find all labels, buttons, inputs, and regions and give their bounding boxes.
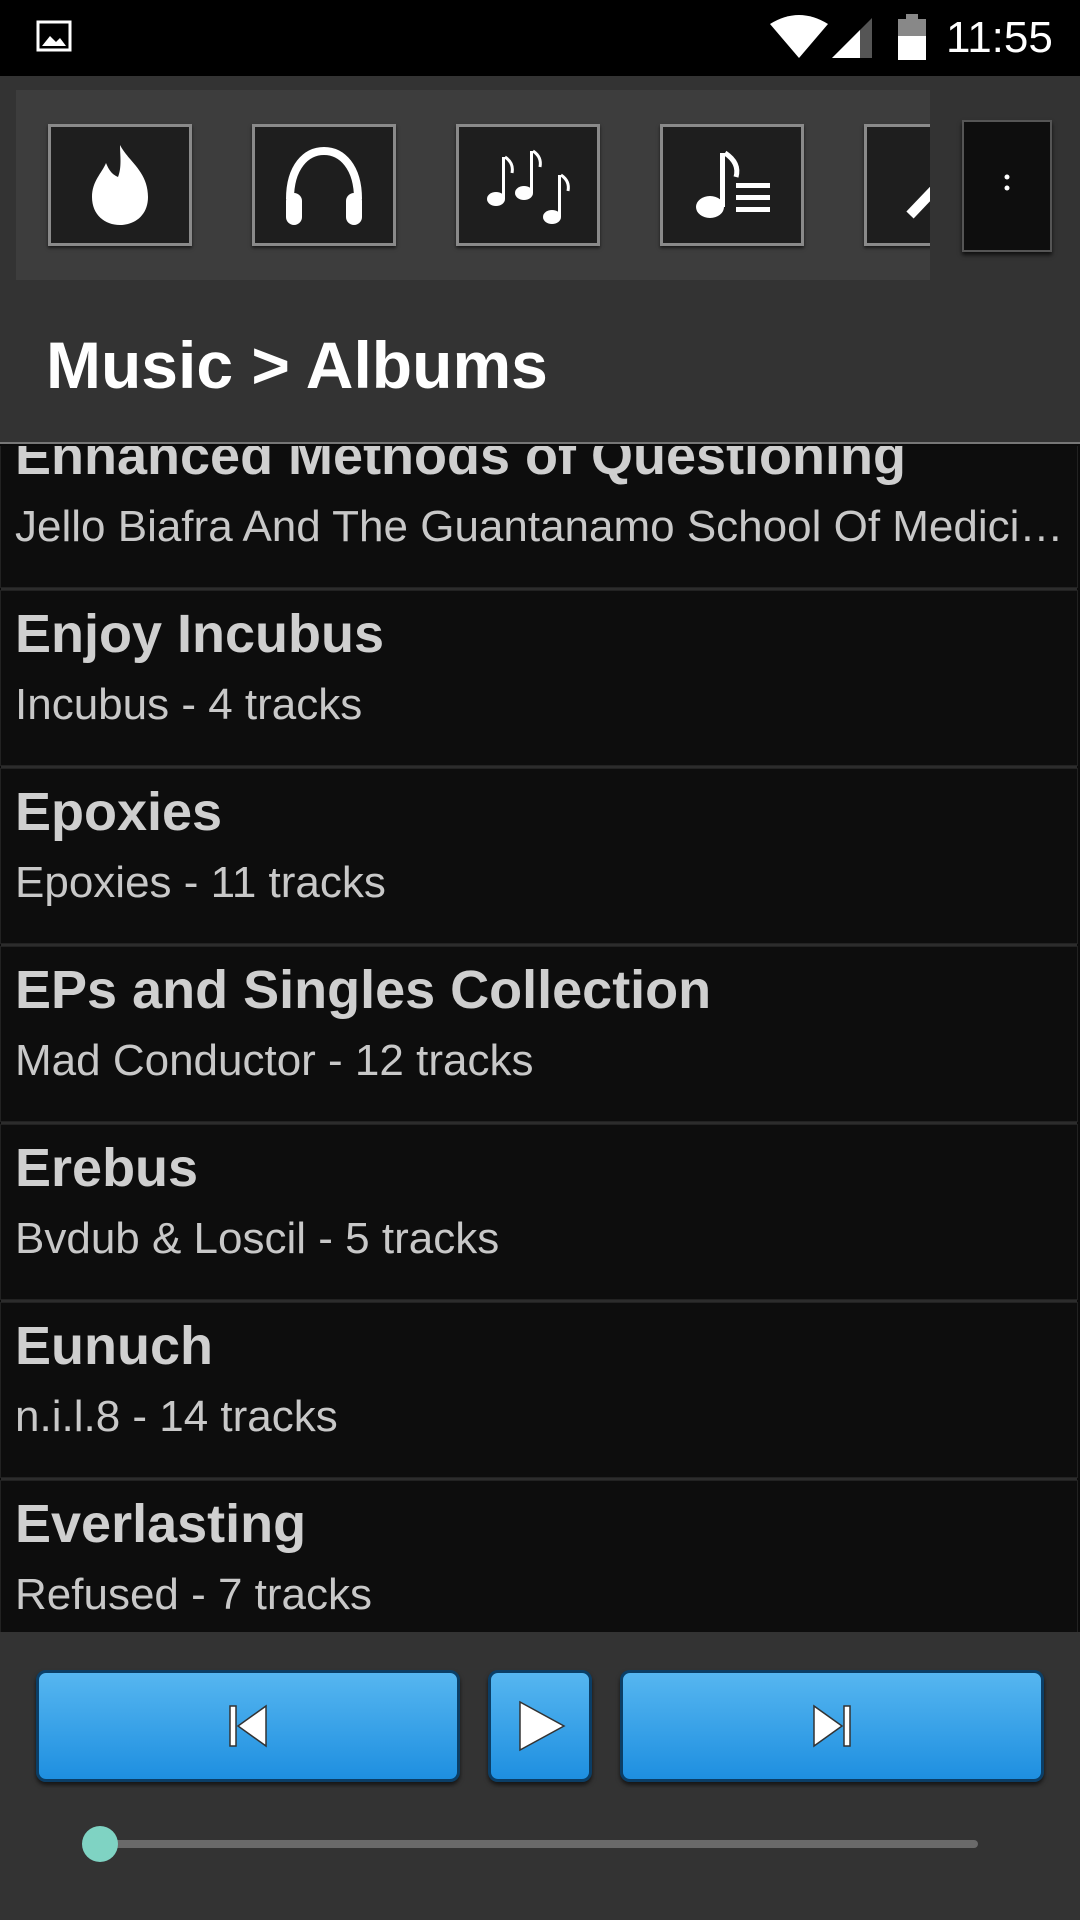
album-subtitle: n.i.l.8 - 14 tracks [15,1392,338,1441]
album-title: Epoxies [15,782,223,842]
overflow-menu-button[interactable] [962,120,1052,252]
seek-bar[interactable] [100,1840,978,1848]
previous-button[interactable] [36,1670,460,1782]
microphone-button[interactable] [864,124,930,246]
album-subtitle: Refused - 7 tracks [15,1570,373,1619]
next-button[interactable] [620,1670,1044,1782]
overflow-menu-icon [1004,174,1010,191]
gallery-notification-icon [36,20,72,52]
album-title: EPs and Singles Collection [15,960,712,1020]
next-icon [813,1704,851,1748]
album-subtitle: Mad Conductor - 12 tracks [15,1036,534,1085]
flame-button[interactable] [48,124,192,246]
seek-thumb[interactable] [82,1826,118,1862]
playlist-button[interactable] [660,124,804,246]
list-item[interactable]: Eunuch n.i.l.8 - 14 tracks [0,1302,1078,1480]
flame-icon [92,145,148,225]
list-item[interactable]: Enhanced Methods of Questioning Jello Bi… [0,446,1078,590]
battery-icon [898,14,926,60]
album-subtitle: Bvdub & Loscil - 5 tracks [15,1214,500,1263]
headphones-button[interactable] [252,124,396,246]
list-item[interactable]: Epoxies Epoxies - 11 tracks [0,768,1078,946]
status-bar: 11:55 [0,0,1080,76]
playlist-icon [696,150,770,218]
album-title: Everlasting [15,1494,307,1554]
list-item[interactable]: Everlasting Refused - 7 tracks [0,1480,1078,1632]
list-item[interactable]: Erebus Bvdub & Loscil - 5 tracks [0,1124,1078,1302]
album-list[interactable]: Enhanced Methods of Questioning Jello Bi… [0,446,1080,1632]
play-icon [519,1700,566,1752]
play-button[interactable] [488,1670,592,1782]
music-notes-icon [487,149,570,224]
album-title: Enjoy Incubus [15,604,385,664]
headphones-icon [286,146,362,225]
toolbar-strip [16,90,930,280]
album-subtitle: Jello Biafra And The Guantanamo School O… [15,502,1065,551]
breadcrumb: Music > Albums [46,328,548,402]
app-header: Music > Albums [0,76,1080,442]
album-title: Erebus [15,1138,199,1198]
album-title: Enhanced Methods of Questioning [15,446,906,486]
album-subtitle: Incubus - 4 tracks [15,680,363,729]
album-subtitle: Epoxies - 11 tracks [15,858,386,907]
list-item[interactable]: Enjoy Incubus Incubus - 4 tracks [0,590,1078,768]
wifi-icon [770,15,828,58]
microphone-icon [906,186,930,219]
list-item[interactable]: EPs and Singles Collection Mad Conductor… [0,946,1078,1124]
status-time: 11:55 [946,13,1053,62]
music-notes-button[interactable] [456,124,600,246]
album-title: Eunuch [15,1316,213,1376]
player-bar [0,1632,1080,1920]
header-divider [0,442,1080,444]
cell-signal-icon [832,18,872,58]
previous-icon [229,1704,267,1748]
